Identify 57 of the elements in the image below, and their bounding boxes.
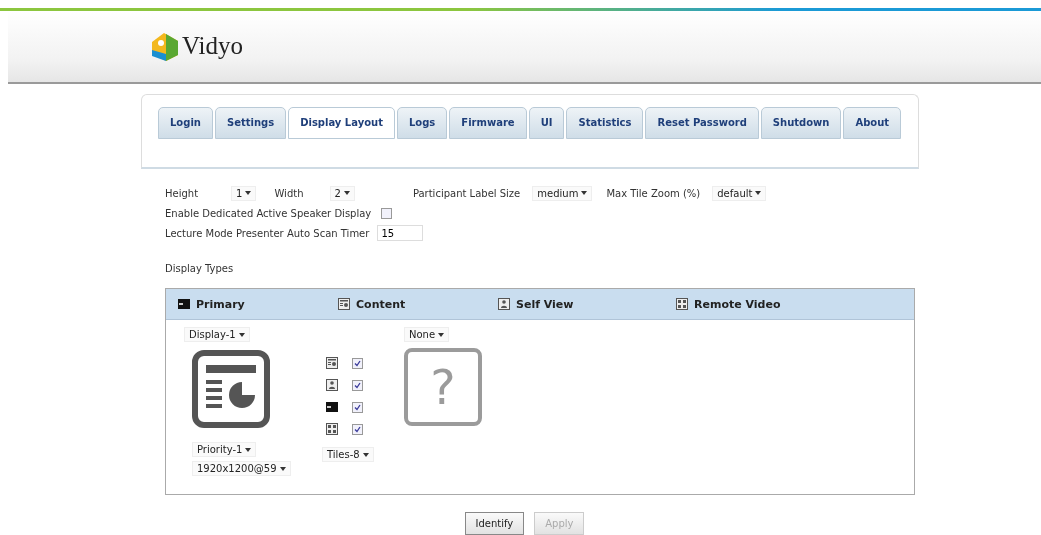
column-header: Self View: [516, 297, 574, 311]
field-label: Participant Label Size: [412, 187, 521, 199]
tab[interactable]: Reset Password: [645, 106, 759, 139]
input-field[interactable]: 15: [377, 225, 424, 241]
checkbox[interactable]: [352, 423, 363, 435]
dropdown[interactable]: Tiles-8: [322, 447, 374, 462]
monitor-icon: [326, 401, 338, 413]
dropdown[interactable]: Display-1: [184, 327, 250, 342]
tab[interactable]: Settings: [214, 106, 287, 139]
tab[interactable]: About: [843, 106, 902, 139]
presentation-icon: [338, 298, 350, 310]
grid-icon: [326, 423, 338, 435]
caret-icon: [343, 191, 350, 195]
question-mark-icon: ?: [404, 348, 482, 426]
person-icon: [498, 298, 510, 310]
checkbox[interactable]: [352, 401, 363, 413]
presentation-icon: [192, 350, 270, 428]
action-button[interactable]: Identify: [464, 512, 525, 535]
presentation-icon: [326, 357, 338, 369]
caret-icon: [755, 191, 762, 195]
tab[interactable]: Firmware: [449, 106, 527, 139]
column-header: Content: [356, 297, 406, 311]
dropdown[interactable]: 1920x1200@59: [192, 461, 291, 476]
field-label: Enable Dedicated Active Speaker Display: [165, 207, 372, 219]
field-label: Max Tile Zoom (%): [606, 187, 701, 199]
caret-icon: [362, 452, 369, 457]
tab[interactable]: Logs: [396, 106, 448, 139]
caret-icon: [245, 191, 252, 195]
column-header: Primary: [196, 297, 245, 311]
field-label: Width: [274, 187, 304, 199]
tab[interactable]: Statistics: [566, 106, 644, 139]
caret-icon: [245, 447, 252, 452]
field-label: Lecture Mode Presenter Auto Scan Timer: [165, 227, 370, 239]
checkbox[interactable]: [352, 379, 363, 391]
dropdown[interactable]: None: [404, 327, 450, 342]
field-label: Height: [165, 187, 199, 199]
tab[interactable]: Login: [158, 106, 213, 139]
logo-text: Vidyo: [182, 32, 243, 61]
column-header: Remote Video: [694, 297, 781, 311]
monitor-icon: [178, 298, 190, 310]
grid-icon: [676, 298, 688, 310]
tab[interactable]: UI: [528, 106, 565, 139]
dropdown[interactable]: default: [712, 185, 767, 201]
tab[interactable]: Shutdown: [760, 106, 842, 139]
checkbox[interactable]: [381, 207, 393, 219]
caret-icon: [438, 332, 445, 337]
caret-icon: [238, 332, 245, 337]
dropdown[interactable]: 1: [231, 185, 257, 201]
caret-icon: [279, 466, 286, 471]
dropdown[interactable]: medium: [532, 185, 593, 201]
dropdown[interactable]: Priority-1: [192, 442, 257, 457]
section-title: Display Types: [165, 262, 234, 274]
person-icon: [326, 379, 338, 391]
dropdown[interactable]: 2: [329, 185, 355, 201]
checkbox[interactable]: [352, 357, 363, 369]
tab[interactable]: Display Layout: [288, 106, 395, 139]
caret-icon: [581, 191, 588, 195]
